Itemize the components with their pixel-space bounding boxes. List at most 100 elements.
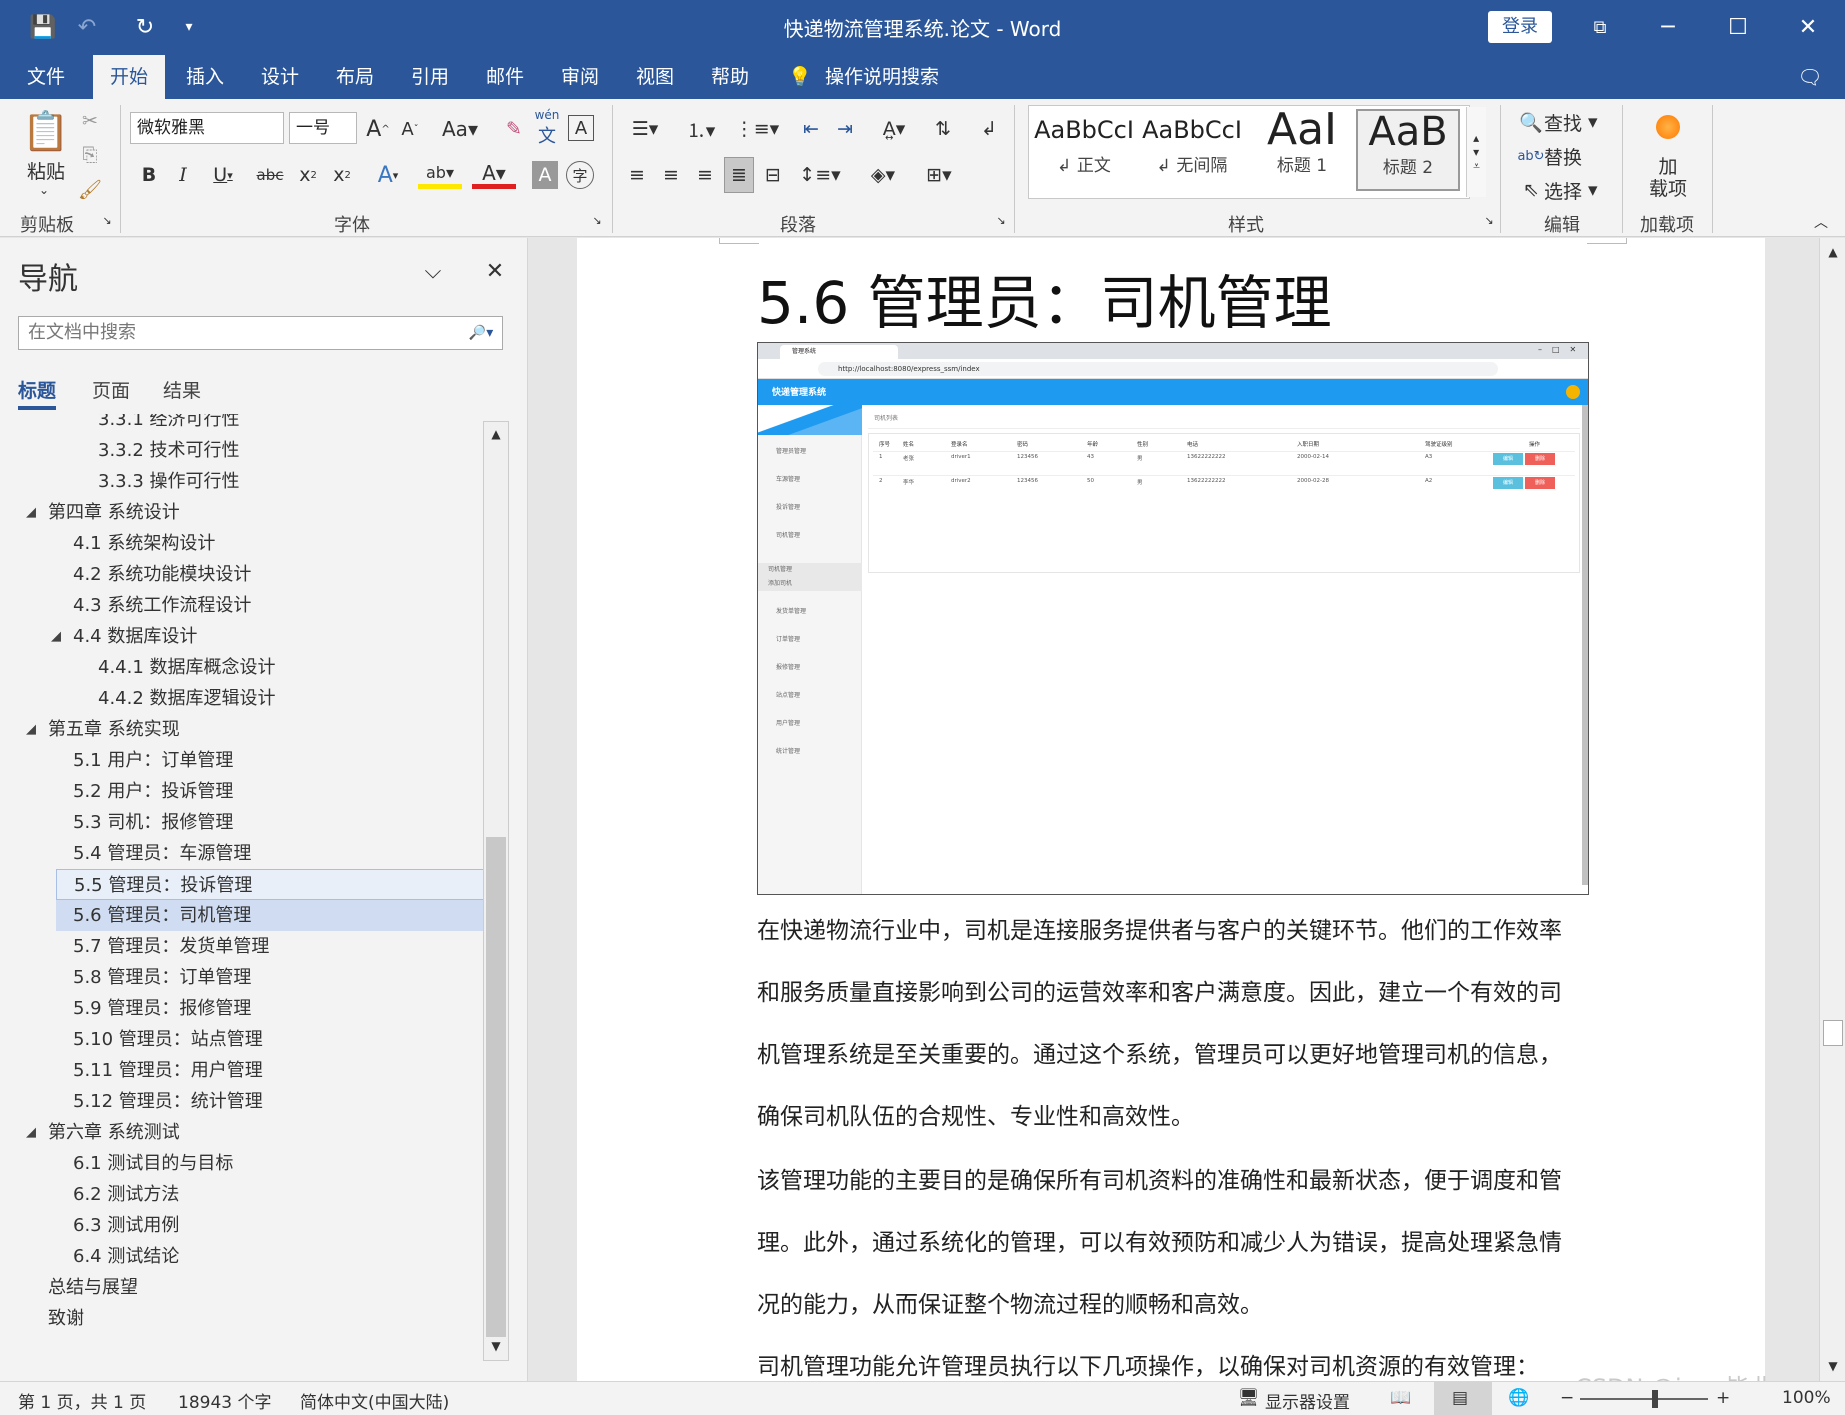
- line-spacing-icon[interactable]: ↕≡▾: [798, 159, 842, 191]
- style-gallery-scroll[interactable]: ▴ ▾ ⩡: [1466, 107, 1486, 197]
- nav-heading-item[interactable]: 6.4 测试结论: [18, 1241, 484, 1272]
- zoom-level[interactable]: 100%: [1782, 1388, 1831, 1408]
- paste-dropdown-icon[interactable]: ⌄: [34, 181, 54, 199]
- replace-button[interactable]: 替换: [1544, 143, 1594, 169]
- nav-close-icon[interactable]: ✕: [480, 256, 510, 286]
- nav-heading-item[interactable]: 3.3.2 技术可行性: [18, 435, 484, 466]
- collapse-triangle-icon[interactable]: ◢: [26, 1117, 36, 1148]
- read-mode-icon[interactable]: 📖: [1390, 1388, 1411, 1408]
- phonetic-guide-button[interactable]: wén 文: [532, 108, 562, 147]
- collapse-triangle-icon[interactable]: ◢: [26, 714, 36, 745]
- bold-button[interactable]: B: [136, 161, 162, 189]
- strikethrough-button[interactable]: abc: [256, 161, 284, 189]
- style-heading-1[interactable]: AaI 标题 1: [1250, 109, 1354, 191]
- tab-layout[interactable]: 布局: [320, 55, 390, 99]
- nav-heading-item[interactable]: ◢ 4.4 数据库设计: [18, 621, 484, 652]
- clipboard-launcher-icon[interactable]: ↘: [100, 213, 114, 227]
- format-painter-icon[interactable]: 🖌: [76, 175, 104, 203]
- sort-icon[interactable]: ⇅: [928, 113, 958, 145]
- word-count[interactable]: 18943 个字: [178, 1388, 271, 1413]
- tab-file[interactable]: 文件: [14, 55, 78, 99]
- subscript-button[interactable]: x2: [294, 161, 322, 189]
- nav-scrollbar[interactable]: ▲ ▼: [483, 421, 509, 1361]
- change-case-button[interactable]: Aa ▾: [436, 115, 484, 143]
- font-launcher-icon[interactable]: ↘: [590, 213, 604, 227]
- ribbon-display-options-icon[interactable]: ⧉: [1580, 8, 1620, 46]
- login-button[interactable]: 登录: [1488, 11, 1552, 43]
- language[interactable]: 简体中文(中国大陆): [300, 1388, 449, 1413]
- display-settings-icon[interactable]: 🖥: [1238, 1388, 1260, 1408]
- scroll-up-icon[interactable]: ▲: [486, 424, 506, 444]
- nav-heading-item[interactable]: 3.3.1 经济可行性: [18, 414, 484, 435]
- nav-heading-item[interactable]: 5.5 管理员：投诉管理: [56, 869, 484, 900]
- web-layout-icon[interactable]: 🌐: [1508, 1388, 1529, 1408]
- tab-review[interactable]: 审阅: [545, 55, 615, 99]
- scroll-up-icon[interactable]: ▲: [1823, 242, 1843, 262]
- collapse-triangle-icon[interactable]: ◢: [26, 497, 36, 528]
- nav-heading-item[interactable]: 4.1 系统架构设计: [18, 528, 484, 559]
- font-size-select[interactable]: 一号: [289, 112, 357, 144]
- font-color-icon[interactable]: A▾: [472, 161, 516, 189]
- tab-insert[interactable]: 插入: [170, 55, 240, 99]
- nav-search-input[interactable]: 在文档中搜索: [18, 316, 503, 350]
- clear-formatting-icon[interactable]: ✎: [500, 115, 528, 143]
- tab-mailings[interactable]: 邮件: [470, 55, 540, 99]
- enclose-characters-icon[interactable]: 字: [566, 161, 594, 189]
- paragraph-launcher-icon[interactable]: ↘: [994, 213, 1008, 227]
- text-effects-icon[interactable]: A ▾: [368, 161, 408, 189]
- lightbulb-icon[interactable]: 💡: [785, 55, 815, 99]
- nav-scroll-thumb[interactable]: [486, 837, 506, 1337]
- nav-heading-item[interactable]: 5.4 管理员：车源管理: [18, 838, 484, 869]
- style-no-spacing[interactable]: AaBbCcI ↲ 无间隔: [1140, 109, 1244, 191]
- character-shading-icon[interactable]: A: [532, 161, 558, 189]
- highlight-color-icon[interactable]: ab▾: [418, 161, 462, 189]
- paste-button[interactable]: 粘贴: [20, 157, 72, 183]
- character-border-icon[interactable]: A: [568, 115, 594, 141]
- superscript-button[interactable]: x2: [328, 161, 356, 189]
- justify-icon[interactable]: ≣: [724, 157, 754, 193]
- align-center-icon[interactable]: ≡: [656, 159, 686, 191]
- paste-icon[interactable]: 📋: [22, 107, 70, 155]
- nav-heading-item[interactable]: 6.3 测试用例: [18, 1210, 484, 1241]
- close-button[interactable]: ✕: [1788, 8, 1828, 46]
- display-settings[interactable]: 显示器设置: [1265, 1388, 1350, 1413]
- nav-heading-item[interactable]: 6.1 测试目的与目标: [18, 1148, 484, 1179]
- addin-icon[interactable]: [1656, 115, 1680, 139]
- scroll-down-icon[interactable]: ▼: [486, 1336, 506, 1356]
- nav-heading-item[interactable]: 致谢: [18, 1303, 484, 1334]
- nav-heading-item[interactable]: ◢ 第四章 系统设计: [18, 497, 484, 528]
- nav-heading-item[interactable]: 5.2 用户：投诉管理: [18, 776, 484, 807]
- numbering-icon[interactable]: ⒈▾: [678, 113, 724, 145]
- show-marks-icon[interactable]: ↲: [974, 113, 1004, 145]
- distributed-icon[interactable]: ⊟: [758, 159, 788, 191]
- search-icon[interactable]: 🔎▾: [462, 320, 500, 346]
- tab-help[interactable]: 帮助: [695, 55, 765, 99]
- font-name-select[interactable]: 微软雅黑: [130, 112, 284, 144]
- nav-heading-item[interactable]: 4.3 系统工作流程设计: [18, 590, 484, 621]
- italic-button[interactable]: I: [170, 161, 196, 189]
- nav-heading-item[interactable]: 5.8 管理员：订单管理: [18, 962, 484, 993]
- nav-heading-item[interactable]: 总结与展望: [18, 1272, 484, 1303]
- tab-view[interactable]: 视图: [620, 55, 690, 99]
- page-count[interactable]: 第 1 页，共 1 页: [18, 1388, 146, 1413]
- find-icon[interactable]: 🔍: [1518, 109, 1544, 135]
- style-heading-2[interactable]: AaB 标题 2: [1356, 109, 1460, 191]
- select-icon[interactable]: ⇖: [1518, 177, 1544, 203]
- shading-icon[interactable]: ◈▾: [860, 159, 906, 191]
- bullets-icon[interactable]: ☰▾: [622, 113, 668, 145]
- underline-button[interactable]: U ▾: [204, 161, 242, 189]
- find-button[interactable]: 查找 ▾: [1544, 109, 1604, 135]
- nav-tab-headings[interactable]: 标题: [18, 376, 56, 403]
- nav-heading-item[interactable]: 5.3 司机：报修管理: [18, 807, 484, 838]
- tab-references[interactable]: 引用: [395, 55, 465, 99]
- tell-me-search[interactable]: 操作说明搜索: [825, 55, 965, 99]
- borders-icon[interactable]: ⊞▾: [916, 159, 962, 191]
- zoom-in-button[interactable]: +: [1716, 1388, 1730, 1408]
- nav-heading-item[interactable]: 5.1 用户：订单管理: [18, 745, 484, 776]
- nav-heading-item[interactable]: ◢ 第五章 系统实现: [18, 714, 484, 745]
- nav-heading-item[interactable]: 5.12 管理员：统计管理: [18, 1086, 484, 1117]
- scroll-down-icon[interactable]: ▼: [1823, 1356, 1843, 1376]
- nav-heading-item[interactable]: 4.2 系统功能模块设计: [18, 559, 484, 590]
- cut-icon[interactable]: ✂: [76, 107, 104, 135]
- styles-launcher-icon[interactable]: ↘: [1482, 213, 1496, 227]
